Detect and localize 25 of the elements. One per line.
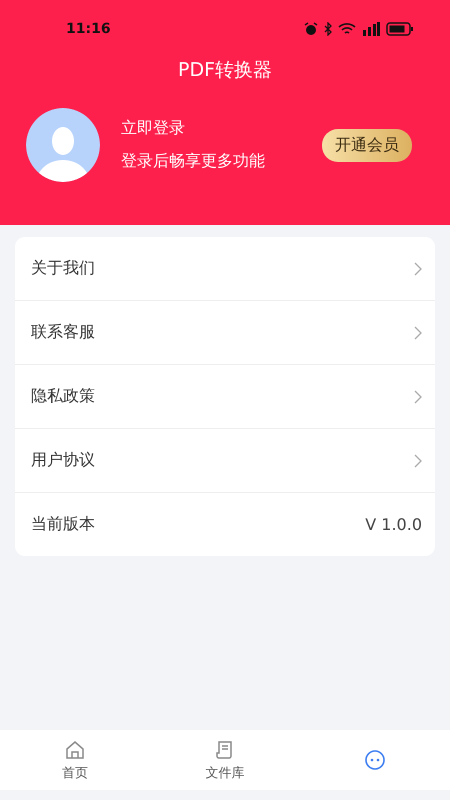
alarm-icon (304, 22, 318, 36)
login-link[interactable]: 立即登录 (121, 118, 322, 139)
chevron-right-icon (414, 454, 422, 468)
chevron-right-icon (414, 390, 422, 404)
bluetooth-icon (324, 22, 332, 36)
home-icon (64, 738, 86, 760)
login-hint: 登录后畅享更多功能 (121, 151, 266, 172)
menu-item[interactable]: 联系客服 (15, 301, 435, 365)
signal-icon (362, 22, 380, 36)
app-title: PDF转换器 (176, 58, 274, 83)
menu-item[interactable]: 关于我们 (15, 237, 435, 301)
vip-button[interactable]: 开通会员 (322, 128, 412, 162)
menu-item[interactable]: 用户协议 (15, 429, 435, 493)
nav-tab[interactable]: 文件库 (150, 730, 300, 790)
chevron-right-icon (414, 262, 422, 276)
battery-icon (386, 22, 414, 36)
chat-icon (364, 749, 386, 771)
wifi-icon (338, 22, 356, 36)
avatar-icon[interactable] (26, 108, 100, 182)
status-time: 11:16 (66, 21, 111, 37)
chevron-right-icon (414, 326, 422, 340)
menu-label: 当前版本 (31, 514, 95, 535)
nav-tab[interactable]: 首页 (0, 730, 150, 790)
version-text: V 1.0.0 (365, 515, 422, 534)
menu-item[interactable]: 隐私政策 (15, 365, 435, 429)
